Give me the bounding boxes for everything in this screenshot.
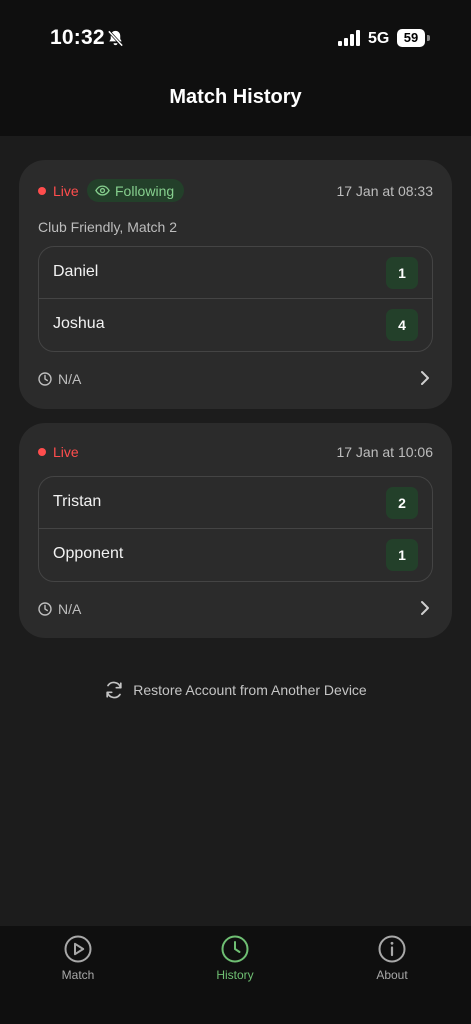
clock-icon bbox=[38, 372, 52, 386]
restore-label: Restore Account from Another Device bbox=[133, 682, 367, 698]
player-name: Opponent bbox=[53, 545, 124, 562]
chevron-right-icon[interactable] bbox=[418, 370, 432, 386]
eye-icon bbox=[95, 185, 110, 196]
live-indicator: Live bbox=[38, 183, 79, 199]
player-row: Daniel 1 bbox=[39, 247, 432, 299]
top-area: 10:32 5G 59 Match History bbox=[0, 0, 471, 136]
player-name: Tristan bbox=[53, 493, 102, 510]
player-score: 4 bbox=[386, 309, 418, 341]
clock-icon bbox=[38, 602, 52, 616]
player-score: 1 bbox=[386, 257, 418, 289]
tab-match[interactable]: Match bbox=[28, 934, 128, 982]
tab-bar: Match History About bbox=[0, 926, 471, 1024]
tab-label: History bbox=[216, 968, 254, 982]
clock-icon bbox=[221, 935, 249, 963]
live-dot-icon bbox=[38, 187, 46, 195]
match-date: 17 Jan at 08:33 bbox=[336, 183, 433, 199]
live-label: Live bbox=[53, 183, 79, 199]
tab-label: Match bbox=[61, 968, 95, 982]
duration-value: N/A bbox=[58, 371, 82, 387]
following-badge[interactable]: Following bbox=[87, 179, 185, 202]
restore-account-button[interactable]: Restore Account from Another Device bbox=[0, 680, 471, 700]
live-label: Live bbox=[53, 444, 79, 460]
bell-muted-icon bbox=[107, 30, 124, 47]
player-row: Tristan 2 bbox=[39, 477, 432, 529]
live-dot-icon bbox=[38, 448, 46, 456]
status-time: 10:32 bbox=[50, 26, 105, 49]
tab-history[interactable]: History bbox=[185, 934, 285, 982]
battery-icon: 59 bbox=[397, 29, 425, 47]
info-icon bbox=[378, 935, 406, 963]
battery-tip bbox=[427, 35, 430, 41]
player-name: Joshua bbox=[53, 315, 105, 332]
tab-about[interactable]: About bbox=[342, 934, 442, 982]
duration-value: N/A bbox=[58, 601, 82, 617]
player-row: Opponent 1 bbox=[39, 529, 432, 581]
network-type: 5G bbox=[368, 30, 390, 47]
page-title: Match History bbox=[169, 86, 302, 108]
signal-icon bbox=[338, 30, 360, 46]
player-row: Joshua 4 bbox=[39, 299, 432, 351]
players-box: Tristan 2 Opponent 1 bbox=[38, 476, 433, 582]
player-name: Daniel bbox=[53, 263, 99, 280]
tab-label: About bbox=[376, 968, 408, 982]
match-subtitle: Club Friendly, Match 2 bbox=[38, 219, 178, 235]
match-card[interactable]: Live Following 17 Jan at 08:33 Club Frie… bbox=[19, 160, 452, 409]
chevron-right-icon[interactable] bbox=[418, 600, 432, 616]
players-box: Daniel 1 Joshua 4 bbox=[38, 246, 433, 352]
player-score: 1 bbox=[386, 539, 418, 571]
play-circle-icon bbox=[64, 935, 92, 963]
live-indicator: Live bbox=[38, 444, 79, 460]
match-duration: N/A bbox=[38, 371, 81, 387]
match-duration: N/A bbox=[38, 601, 81, 617]
status-bar: 10:32 5G 59 bbox=[0, 0, 471, 78]
following-label: Following bbox=[115, 182, 175, 199]
match-date: 17 Jan at 10:06 bbox=[336, 444, 433, 460]
player-score: 2 bbox=[386, 487, 418, 519]
refresh-icon bbox=[106, 681, 122, 699]
match-card[interactable]: Live 17 Jan at 10:06 Tristan 2 Opponent … bbox=[19, 423, 452, 638]
